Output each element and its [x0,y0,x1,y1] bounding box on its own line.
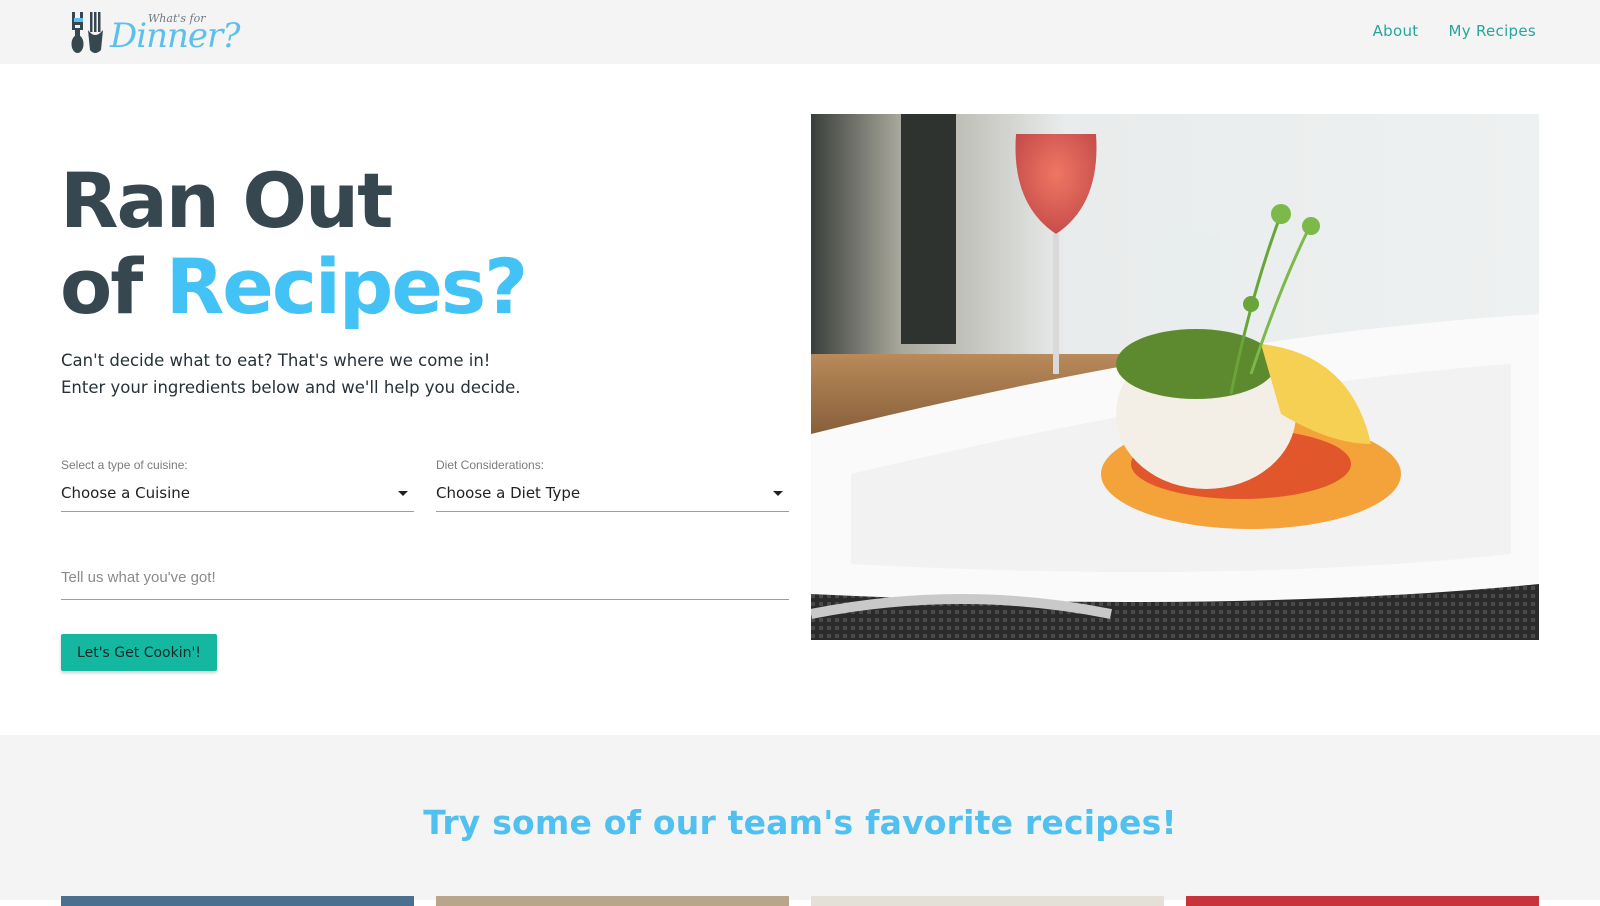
cuisine-select[interactable]: Choose a Cuisine [61,476,414,512]
diet-select[interactable]: Choose a Diet Type [436,476,789,512]
recipe-card[interactable] [61,896,414,906]
recipe-card[interactable] [811,896,1164,906]
hero-title: Ran Out of Recipes? [60,156,528,331]
nav-link-about[interactable]: About [1373,22,1419,40]
recipe-card[interactable] [436,896,789,906]
hero-title-line1: Ran Out [60,156,393,245]
dropdown-caret-icon [398,491,408,496]
dropdown-caret-icon [773,491,783,496]
hero-subtitle-line2: Enter your ingredients below and we'll h… [61,378,521,397]
ingredients-input[interactable] [61,556,789,600]
site-logo[interactable]: What's for Dinner? [70,8,241,56]
nav-link-my-recipes[interactable]: My Recipes [1448,22,1536,40]
get-cookin-button[interactable]: Let's Get Cookin'! [61,634,217,671]
hero-subtitle-line1: Can't decide what to eat? That's where w… [61,351,491,370]
diet-label: Diet Considerations: [436,458,545,472]
utensils-icon [71,12,103,53]
cuisine-label: Select a type of cuisine: [61,458,188,472]
hero-title-accent: Recipes? [165,242,528,331]
hero-food-photo [811,114,1539,640]
diet-select-value: Choose a Diet Type [436,484,581,502]
navbar: What's for Dinner? About My Recipes [0,0,1600,64]
favorites-section: Try some of our team's favorite recipes! [0,735,1600,906]
logo-big-text: Dinner? [110,16,241,56]
favorites-title: Try some of our team's favorite recipes! [423,803,1177,842]
recipe-card[interactable] [1186,896,1539,906]
cuisine-select-value: Choose a Cuisine [61,484,190,502]
hero-title-line2-prefix: of [60,242,143,331]
hero-subtitle: Can't decide what to eat? That's where w… [61,347,521,401]
nav-links: About My Recipes [1373,22,1536,40]
